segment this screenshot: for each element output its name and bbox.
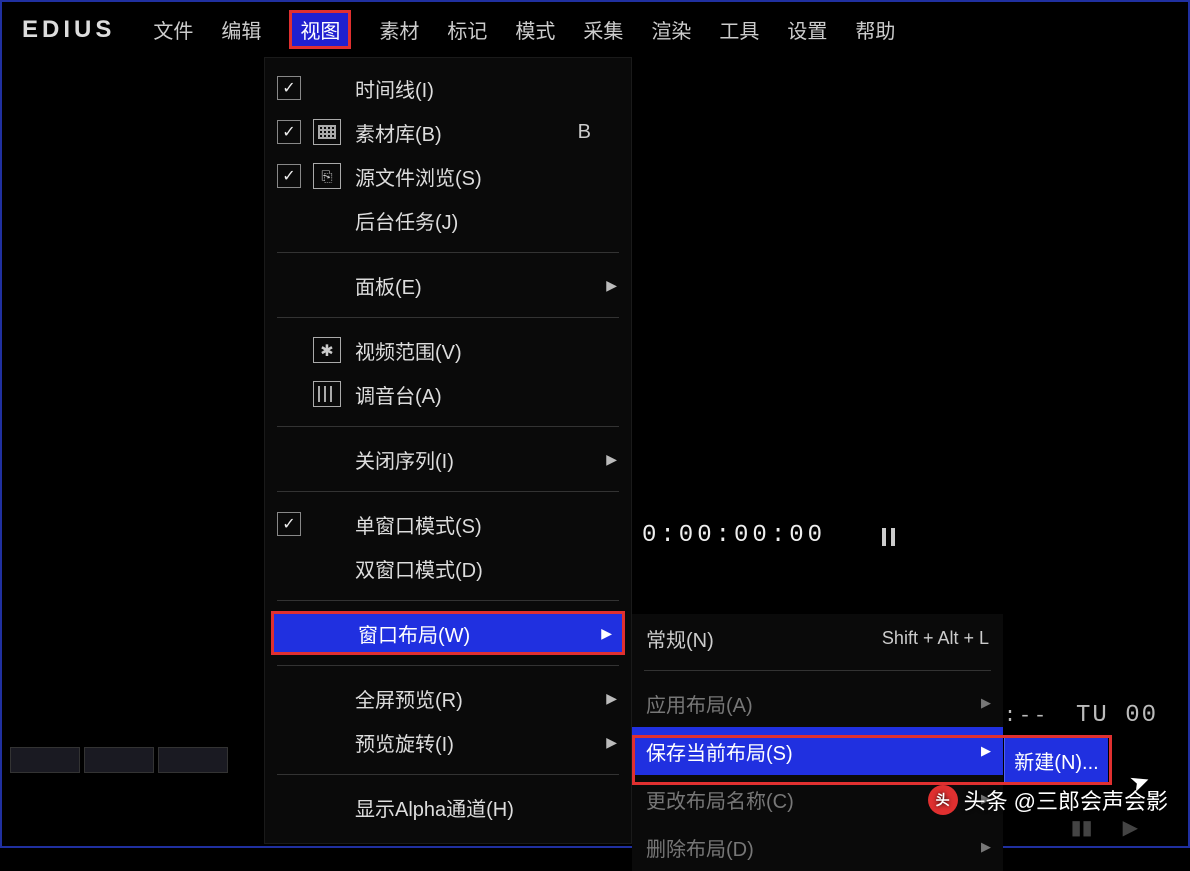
menu-help[interactable]: 帮助 — [855, 15, 895, 44]
submenu-item-label: 保存当前布局(S) — [646, 737, 989, 766]
usb-icon: ⎘ — [313, 163, 341, 189]
pause-button[interactable]: ▮▮ — [1071, 815, 1093, 840]
submenu-item-label: 应用布局(A) — [646, 689, 989, 718]
dropdown-item-label: 视频范围(V) — [355, 336, 631, 365]
submenu-item[interactable]: 删除布局(D)▶ — [632, 823, 1003, 871]
play-button[interactable]: ▶ — [1123, 815, 1138, 840]
dropdown-item[interactable]: 关闭序列(I)▶ — [265, 437, 631, 481]
menu-mark[interactable]: 标记 — [447, 15, 487, 44]
submenu-arrow-icon: ▶ — [606, 277, 617, 294]
playback-controls: ▮▮ ▶ — [1071, 815, 1138, 840]
clip-thumb[interactable] — [158, 747, 228, 773]
menu-render[interactable]: 渲染 — [651, 15, 691, 44]
menu-tools[interactable]: 工具 — [719, 15, 759, 44]
watermark-account: @三郎会声会影 — [1014, 784, 1168, 816]
menu-view[interactable]: 视图 — [289, 10, 351, 49]
dropdown-item-label: 面板(E) — [355, 271, 631, 300]
dropdown-item-label: 调音台(A) — [355, 380, 631, 409]
shortcut-label: B — [578, 121, 591, 144]
dropdown-item[interactable]: 后台任务(J) — [265, 198, 631, 242]
grid-icon — [313, 119, 341, 145]
menubar: EDIUS 文件 编辑 视图 素材 标记 模式 采集 渲染 工具 设置 帮助 — [2, 2, 1188, 57]
dropdown-item-label: 显示Alpha通道(H) — [355, 793, 631, 822]
menu-capture[interactable]: 采集 — [583, 15, 623, 44]
dropdown-item[interactable]: 显示Alpha通道(H) — [265, 785, 631, 829]
dropdown-item[interactable]: ✓素材库(B)B — [265, 110, 631, 154]
timeline-clips — [10, 747, 228, 773]
shortcut-label: Shift + Alt + L — [882, 628, 989, 649]
dropdown-item-label: 预览旋转(I) — [355, 728, 631, 757]
preview-timecode: 0:00:00:00 — [642, 522, 826, 549]
submenu-arrow-icon: ▶ — [606, 451, 617, 468]
dropdown-item[interactable]: 预览旋转(I)▶ — [265, 720, 631, 764]
dropdown-item-label: 时间线(I) — [355, 74, 631, 103]
submenu-arrow-icon: ▶ — [606, 734, 617, 751]
dropdown-item[interactable]: ✓时间线(I) — [265, 66, 631, 110]
menu-settings[interactable]: 设置 — [787, 15, 827, 44]
submenu-item[interactable]: 常规(N)Shift + Alt + L — [632, 614, 1003, 662]
dropdown-item[interactable]: 窗口布局(W)▶ — [271, 611, 625, 655]
dropdown-item[interactable]: 双窗口模式(D) — [265, 546, 631, 590]
dropdown-item-label: 单窗口模式(S) — [355, 510, 631, 539]
view-dropdown: ✓时间线(I)✓素材库(B)B✓⎘源文件浏览(S)后台任务(J)面板(E)▶视频… — [264, 57, 632, 844]
submenu-new-layout[interactable]: 新建(N)... — [1004, 738, 1108, 782]
menu-mode[interactable]: 模式 — [515, 15, 555, 44]
dropdown-item[interactable]: 视频范围(V) — [265, 328, 631, 372]
submenu-arrow-icon: ▶ — [981, 839, 991, 855]
dropdown-item-label: 关闭序列(I) — [355, 445, 631, 474]
scope-icon — [313, 337, 341, 363]
submenu-item-label: 删除布局(D) — [646, 833, 989, 862]
watermark: 头 头条 @三郎会声会影 — [928, 784, 1168, 816]
dropdown-item[interactable]: ✓⎘源文件浏览(S) — [265, 154, 631, 198]
dropdown-item-label: 后台任务(J) — [355, 206, 631, 235]
window-layout-submenu: 常规(N)Shift + Alt + L应用布局(A)▶保存当前布局(S)▶更改… — [632, 614, 1003, 871]
pause-icon — [882, 528, 895, 546]
dropdown-item[interactable]: 面板(E)▶ — [265, 263, 631, 307]
submenu-arrow-icon: ▶ — [606, 690, 617, 707]
clip-thumb[interactable] — [10, 747, 80, 773]
dropdown-item-label: 源文件浏览(S) — [355, 162, 631, 191]
submenu-arrow-icon: ▶ — [981, 743, 991, 759]
dropdown-item[interactable]: ✓单窗口模式(S) — [265, 502, 631, 546]
submenu-item[interactable]: 保存当前布局(S)▶ — [632, 727, 1003, 775]
dropdown-item[interactable]: 调音台(A) — [265, 372, 631, 416]
mixer-icon — [313, 381, 341, 407]
submenu-item[interactable]: 应用布局(A)▶ — [632, 679, 1003, 727]
dropdown-item[interactable]: 全屏预览(R)▶ — [265, 676, 631, 720]
menu-clip[interactable]: 素材 — [379, 15, 419, 44]
submenu-arrow-icon: ▶ — [601, 625, 612, 642]
dropdown-item-label: 全屏预览(R) — [355, 684, 631, 713]
menu-edit[interactable]: 编辑 — [221, 15, 261, 44]
toutiao-logo-icon: 头 — [928, 785, 958, 815]
submenu-item-label: 常规(N) — [646, 624, 882, 653]
dropdown-item-label: 窗口布局(W) — [358, 619, 622, 648]
watermark-prefix: 头条 — [964, 784, 1008, 816]
submenu-arrow-icon: ▶ — [981, 695, 991, 711]
menu-file[interactable]: 文件 — [153, 15, 193, 44]
clip-thumb[interactable] — [84, 747, 154, 773]
dropdown-item-label: 双窗口模式(D) — [355, 554, 631, 583]
app-logo: EDIUS — [22, 16, 115, 44]
